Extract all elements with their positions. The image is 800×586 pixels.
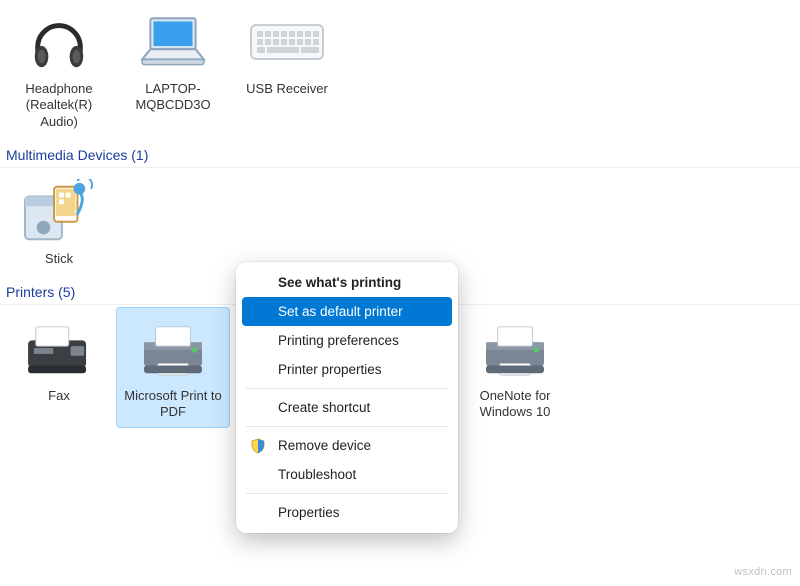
- menu-see-whats-printing[interactable]: See what's printing: [242, 268, 452, 297]
- device-label: Microsoft Print to PDF: [121, 388, 225, 421]
- device-label: Stick: [45, 251, 73, 267]
- section-header-multimedia[interactable]: Multimedia Devices (1): [0, 141, 800, 168]
- keyboard-icon: [247, 7, 327, 79]
- menu-remove-device[interactable]: Remove device: [242, 431, 452, 460]
- menu-set-default-printer[interactable]: Set as default printer: [242, 297, 452, 326]
- device-label: USB Receiver: [246, 81, 328, 97]
- watermark: wsxdn.com: [734, 566, 792, 578]
- headphones-icon: [19, 7, 99, 79]
- menu-properties[interactable]: Properties: [242, 498, 452, 527]
- section-count: (5): [58, 284, 75, 300]
- shield-icon: [250, 438, 266, 454]
- multimedia-row: Stick: [0, 170, 800, 274]
- menu-separator: [246, 426, 448, 427]
- context-menu: See what's printing Set as default print…: [236, 262, 458, 533]
- device-label: OneNote for Windows 10: [463, 388, 567, 421]
- device-label: Headphone (Realtek(R) Audio): [7, 81, 111, 130]
- device-headphone[interactable]: Headphone (Realtek(R) Audio): [2, 0, 116, 137]
- menu-printing-preferences[interactable]: Printing preferences: [242, 326, 452, 355]
- menu-label: Remove device: [278, 438, 371, 453]
- section-count: (1): [131, 147, 148, 163]
- section-title: Printers: [6, 284, 54, 300]
- fax-icon: [19, 314, 99, 386]
- printer-onenote[interactable]: OneNote for Windows 10: [458, 307, 572, 428]
- device-usb-receiver[interactable]: USB Receiver: [230, 0, 344, 137]
- media-device-icon: [19, 177, 99, 249]
- device-label: LAPTOP-MQBCDD3O: [121, 81, 225, 114]
- section-title: Multimedia Devices: [6, 147, 127, 163]
- menu-separator: [246, 388, 448, 389]
- menu-troubleshoot[interactable]: Troubleshoot: [242, 460, 452, 489]
- printer-icon: [475, 314, 555, 386]
- menu-separator: [246, 493, 448, 494]
- menu-printer-properties[interactable]: Printer properties: [242, 355, 452, 384]
- device-fire-tv-stick[interactable]: Stick: [2, 170, 116, 274]
- printer-icon: [133, 314, 213, 386]
- devices-row: Headphone (Realtek(R) Audio) LAPTOP-MQBC…: [0, 0, 800, 137]
- printer-fax[interactable]: Fax: [2, 307, 116, 428]
- device-label: Fax: [48, 388, 70, 404]
- printer-ms-print-pdf[interactable]: Microsoft Print to PDF: [116, 307, 230, 428]
- menu-create-shortcut[interactable]: Create shortcut: [242, 393, 452, 422]
- laptop-icon: [133, 7, 213, 79]
- device-laptop[interactable]: LAPTOP-MQBCDD3O: [116, 0, 230, 137]
